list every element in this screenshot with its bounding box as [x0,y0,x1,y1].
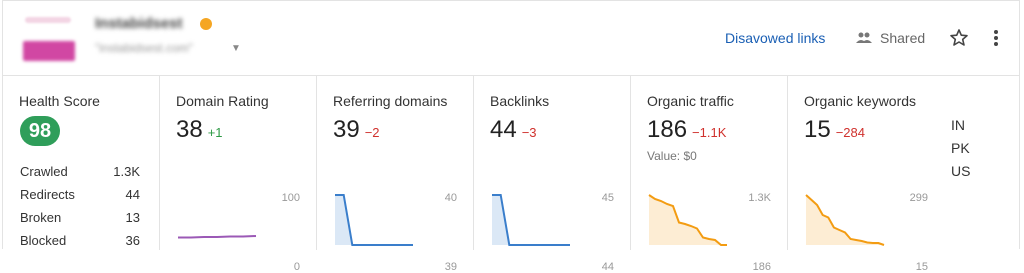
row-label: Blocked [20,233,67,248]
metric-title: Organic keywords [804,93,917,109]
metric-value: 38 [176,116,203,143]
site-name: Instabidsest [95,15,183,32]
metric-panel[interactable]: Organic keywords 15 −284 299 15 [788,75,933,273]
axis-bottom-label: 186 [752,261,771,273]
site-header: Instabidsest "instabidsest.com" ▼ Disavo… [3,1,1019,76]
row-value: 13 [125,210,140,225]
country-list: IN PK US [951,117,970,186]
metric-value-row: 15 −284 [804,116,865,144]
metric-title: Referring domains [333,93,448,109]
sparkline-chart [648,194,727,246]
row-label: Redirects [20,187,75,202]
metric-delta: −1.1K [692,125,727,140]
metric-value: 186 [647,116,688,143]
people-icon [856,32,872,43]
row-value: 1.3K [113,164,140,179]
row-value: 44 [125,187,140,202]
metric-value: 15 [804,116,831,143]
health-row[interactable]: Blocked 36 [20,233,140,248]
health-score-badge: 98 [20,116,60,146]
sparkline-area [806,195,884,245]
metric-delta: −2 [364,125,380,140]
health-score-panel[interactable]: Health Score 98 Crawled 1.3K Redirects 44 … [3,75,160,250]
shared-label: Shared [880,30,926,46]
row-label: Crawled [20,164,68,179]
chevron-down-icon[interactable]: ▼ [231,43,241,54]
metric-value-row: 186 −1.1K [647,116,726,144]
metric-value-row: 44 −3 [490,116,537,144]
sparkline-line [178,235,257,239]
health-score-title: Health Score [19,93,100,109]
sparkline-chart [492,194,570,246]
metric-title: Domain Rating [176,93,269,109]
axis-bottom-label: 39 [444,261,457,273]
axis-bottom-label: 0 [293,261,300,273]
sparkline-area [335,195,413,245]
health-row[interactable]: Crawled 1.3K [20,164,140,179]
health-row[interactable]: Broken 13 [20,210,140,225]
metric-delta: −284 [835,125,865,140]
sparkline-area [649,195,727,245]
metric-delta: −3 [521,125,537,140]
site-url[interactable]: "instabidsest.com" [95,41,193,55]
verified-badge-icon [200,18,212,30]
metric-delta: +1 [207,125,223,140]
kebab-menu-icon[interactable] [988,28,1004,48]
metric-panel[interactable]: Backlinks 44 −3 45 44 [474,75,631,273]
disavowed-links-link[interactable]: Disavowed links [725,30,825,46]
health-row[interactable]: Redirects 44 [20,187,140,202]
sparkline-area [492,195,570,245]
metric-title: Organic traffic [647,93,734,109]
shared-button[interactable]: Shared [856,30,925,46]
metric-panel[interactable]: Referring domains 39 −2 40 39 [317,75,474,273]
metric-value: 44 [490,116,517,143]
row-value: 36 [125,233,140,248]
sparkline-chart [178,235,257,239]
metric-panel[interactable]: Organic traffic 186 −1.1K Value: $0 1.3K 186 [631,75,788,273]
row-label: Broken [20,210,62,225]
metric-value-row: 39 −2 [333,116,380,144]
sparkline-chart [335,194,413,246]
metric-panel[interactable]: Domain Rating 38 +1 100 0 [160,75,317,273]
country-item[interactable]: US [951,163,970,186]
star-icon[interactable] [949,28,969,48]
country-item[interactable]: IN [951,117,970,140]
axis-bottom-label: 44 [601,261,614,273]
metric-title: Backlinks [490,93,550,109]
sparkline-chart [805,194,885,246]
metric-subtext: Value: $0 [647,149,697,163]
site-overview-card: Instabidsest "instabidsest.com" ▼ Disavo… [2,0,1020,273]
site-logo [21,13,79,65]
metric-value-row: 38 +1 [176,116,223,144]
country-item[interactable]: PK [951,140,970,163]
axis-bottom-label: 15 [915,261,928,273]
metric-value: 39 [333,116,360,143]
